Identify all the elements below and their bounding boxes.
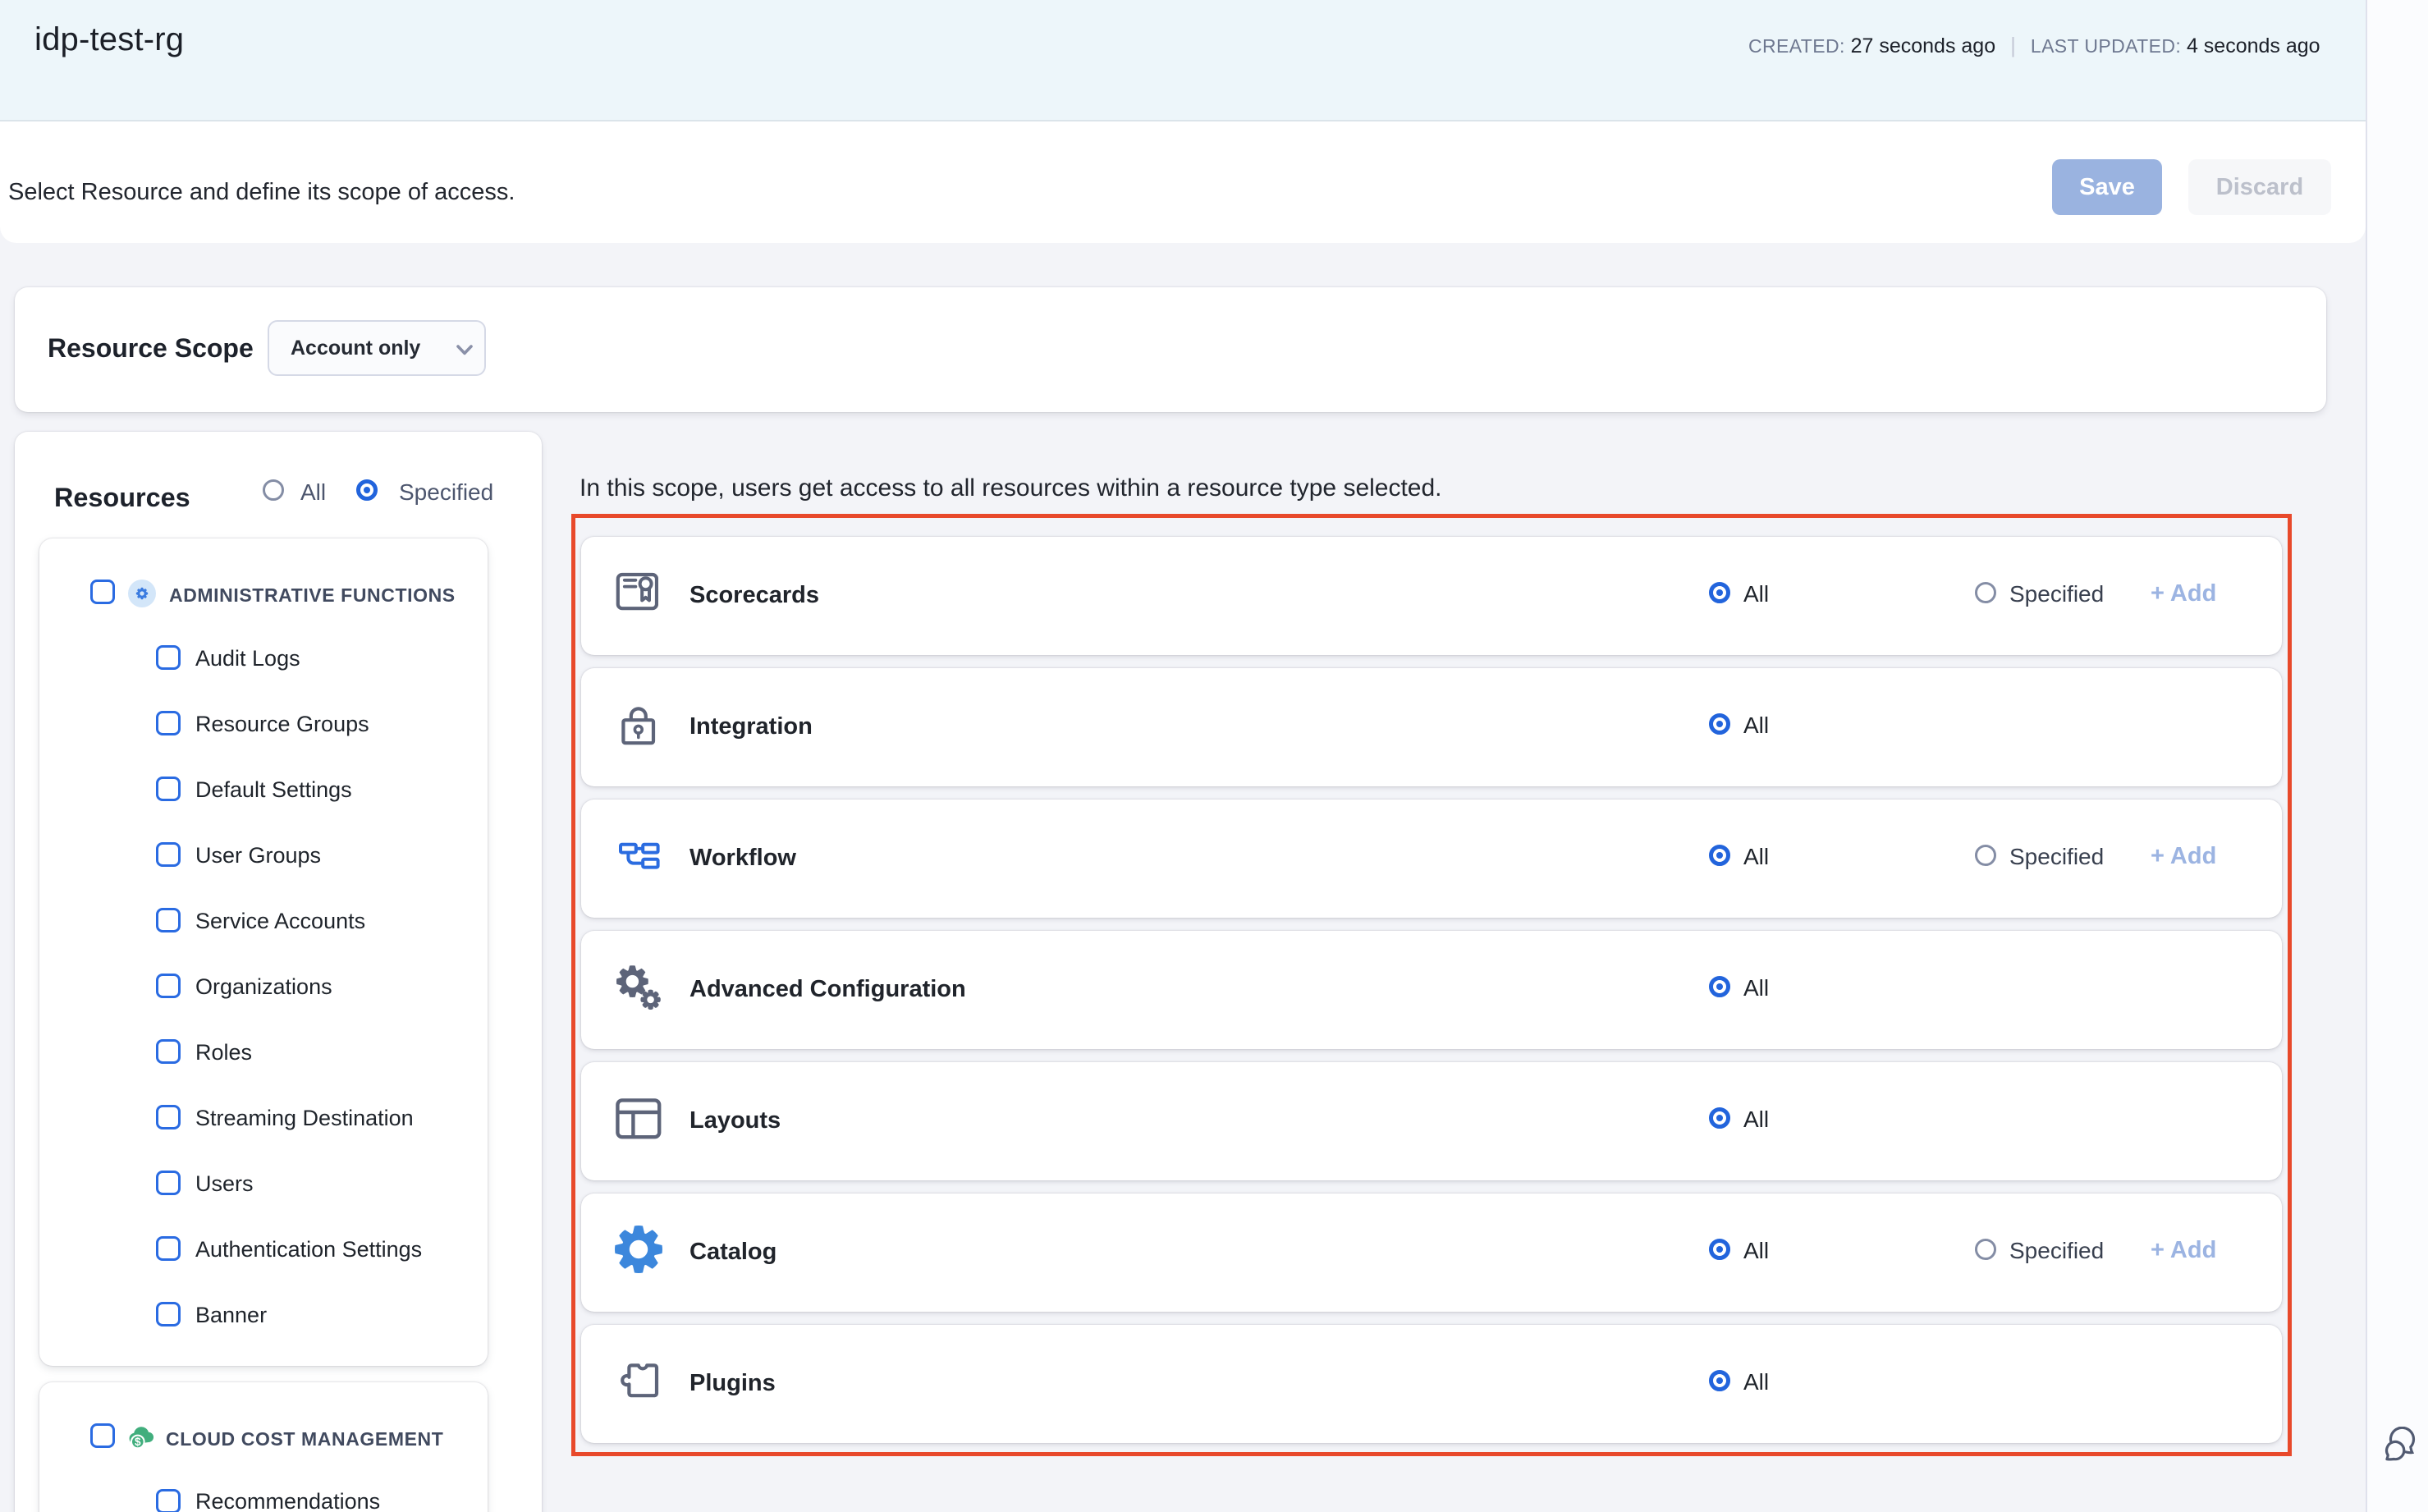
svg-text:$: $ bbox=[135, 1436, 141, 1448]
